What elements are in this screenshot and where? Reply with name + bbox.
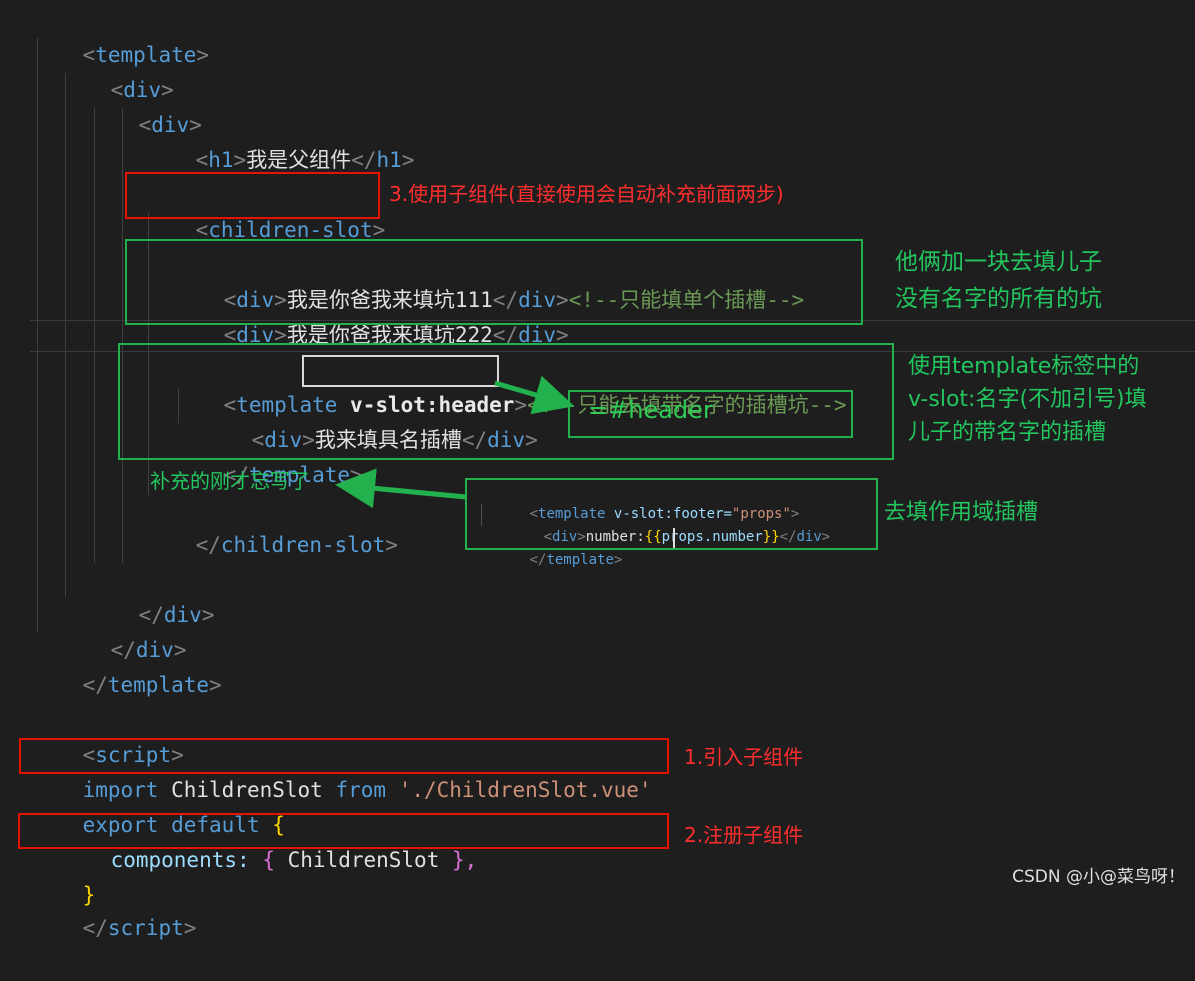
tag-name: script [107,916,184,940]
code-editor[interactable]: <template> <div> <div> <h1>我是父组件</h1> <c… [0,0,1195,940]
bracket: > [183,916,197,940]
arrow-to-hash-shorthand [494,375,575,415]
bracket: </ [82,916,108,940]
arrow-to-forgot-note [335,468,467,509]
annotation-arrows [335,375,575,509]
watermark: CSDN @小@菜鸟呀！ [1012,867,1185,887]
